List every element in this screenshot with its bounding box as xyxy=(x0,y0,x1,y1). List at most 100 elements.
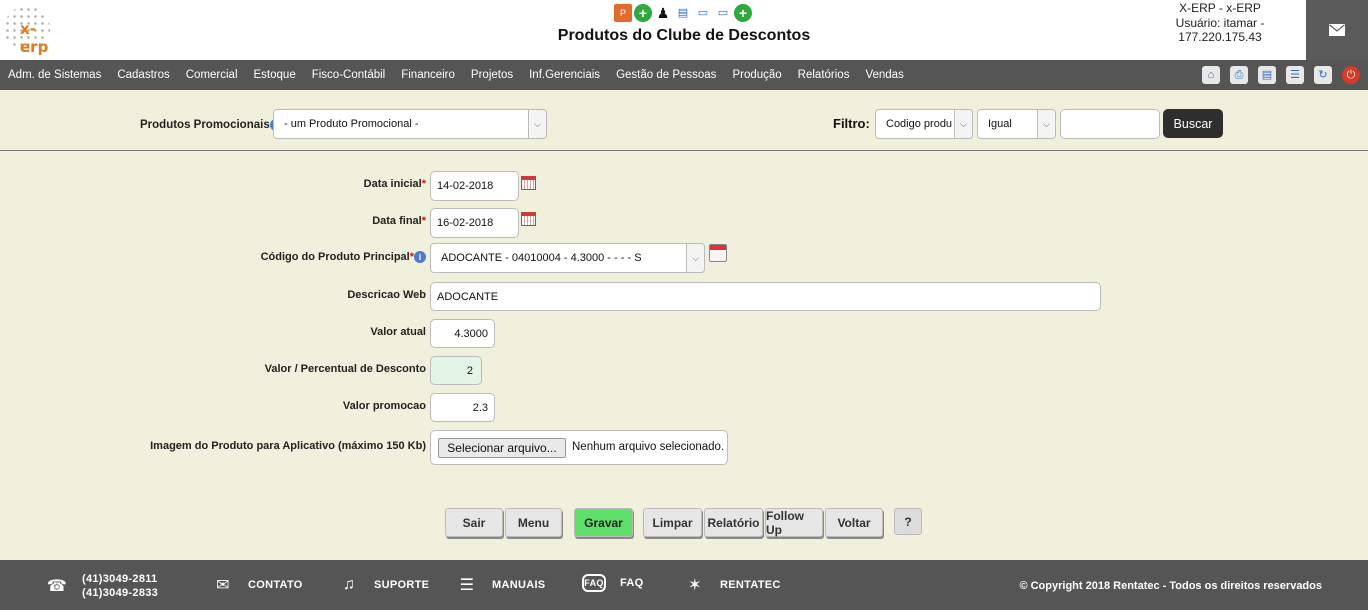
product-lookup-icon[interactable] xyxy=(709,244,727,262)
desconto-label: Valor / Percentual de Desconto xyxy=(264,363,426,375)
filter-operator-select[interactable]: Igual ⌵ xyxy=(977,109,1056,139)
menu-item-producao[interactable]: Produção xyxy=(732,69,781,81)
codigo-label: Código do Produto Principal* i xyxy=(261,251,426,263)
imagem-label: Imagem do Produto para Aplicativo (máxim… xyxy=(150,440,426,452)
footer-contato[interactable]: ✉ CONTATO xyxy=(212,574,303,596)
headset-icon: ♫ xyxy=(342,576,356,593)
filter-operator-value: Igual xyxy=(988,118,1012,130)
menu-item-projetos[interactable]: Projetos xyxy=(471,69,513,81)
menu-item-gestao-pessoas[interactable]: Gestão de Pessoas xyxy=(616,69,716,81)
mail-button[interactable] xyxy=(1306,0,1368,60)
menu-item-cadastros[interactable]: Cadastros xyxy=(117,69,169,81)
info-icon[interactable]: i xyxy=(414,251,426,263)
promocao-label: Valor promocao xyxy=(342,400,426,412)
user-icon[interactable]: ♟ xyxy=(654,4,672,22)
select-file-button[interactable]: Selecionar arquivo... xyxy=(438,438,566,458)
quick-toolbar: P + ♟ ▤ ▭ ▭ + xyxy=(614,4,752,22)
promo-select-value: - um Produto Promocional - xyxy=(284,118,419,130)
network-icon: ✶ xyxy=(688,577,702,594)
header: x-erp P + ♟ ▤ ▭ ▭ + Produtos do Clube de… xyxy=(0,0,1368,60)
footer-suporte[interactable]: ♫ SUPORTE xyxy=(338,574,429,596)
phone-2: (41)3049-2833 xyxy=(82,587,159,599)
suporte-label: SUPORTE xyxy=(374,579,430,591)
notes-icon[interactable]: ☰ xyxy=(1286,66,1304,84)
descricao-web-field[interactable]: ADOCANTE xyxy=(430,282,1101,311)
add-icon[interactable]: + xyxy=(634,4,652,22)
menu-item-relatorios[interactable]: Relatórios xyxy=(798,69,850,81)
menu-item-financeiro[interactable]: Financeiro xyxy=(401,69,455,81)
menu-item-fisco-contabil[interactable]: Fisco-Contábil xyxy=(312,69,386,81)
contato-label: CONTATO xyxy=(248,579,303,591)
file-status: Nenhum arquivo selecionado. xyxy=(572,441,725,453)
footer-manuais[interactable]: ☰ MANUAIS xyxy=(456,574,545,596)
main-menu: Adm. de Sistemas Cadastros Comercial Est… xyxy=(0,60,1368,90)
voltar-button[interactable]: Voltar xyxy=(825,508,883,537)
menu-button[interactable]: Menu xyxy=(505,508,562,537)
sair-button[interactable]: Sair xyxy=(445,508,503,537)
descricao-label: Descricao Web xyxy=(347,289,426,301)
data-inicial-field[interactable]: 14-02-2018 xyxy=(430,171,519,201)
data-final-label-text: Data final xyxy=(372,215,422,227)
menu-item-comercial[interactable]: Comercial xyxy=(186,69,238,81)
promo-select[interactable]: - um Produto Promocional - ⌵ xyxy=(273,109,547,139)
envelope-icon: ✉ xyxy=(216,577,230,594)
chevron-down-icon: ⌵ xyxy=(1037,110,1055,138)
valor-atual-field[interactable]: 4.3000 xyxy=(430,319,495,348)
calendar-icon[interactable] xyxy=(521,176,536,190)
gravar-button[interactable]: Gravar xyxy=(574,508,633,537)
card-icon[interactable]: ▭ xyxy=(694,4,712,22)
footer-rentatec[interactable]: ✶ RENTATEC xyxy=(684,574,781,596)
data-inicial-label-text: Data inicial xyxy=(363,178,422,190)
required-mark: * xyxy=(421,178,426,190)
chevron-down-icon: ⌵ xyxy=(954,110,972,138)
monitor-icon[interactable]: ▤ xyxy=(674,4,692,22)
limpar-button[interactable]: Limpar xyxy=(643,508,702,537)
calendar-icon[interactable] xyxy=(521,212,536,226)
filter-field-value: Codigo produ xyxy=(886,118,953,130)
footer-phone: ☎ (41)3049-2811 (41)3049-2833 xyxy=(46,572,158,600)
rentatec-label: RENTATEC xyxy=(720,579,781,591)
codigo-produto-value: ADOCANTE - 04010004 - 4.3000 - - - - S xyxy=(441,252,642,264)
data-final-field[interactable]: 16-02-2018 xyxy=(430,208,519,238)
required-mark: * xyxy=(421,215,426,227)
document-icon[interactable]: ▤ xyxy=(1258,66,1276,84)
user-name: Usuário: itamar - xyxy=(1175,15,1265,30)
footer-faq[interactable]: FAQ FAQ xyxy=(582,574,644,592)
home-icon[interactable]: ⌂ xyxy=(1202,66,1220,84)
menu-item-estoque[interactable]: Estoque xyxy=(254,69,296,81)
search-input[interactable] xyxy=(1060,109,1160,139)
phone-icon: ☎ xyxy=(46,578,68,595)
print-icon[interactable]: ⎙ xyxy=(1230,66,1248,84)
promo-label-wrap: Produtos Promocionaisi xyxy=(140,119,282,131)
help-button[interactable]: ? xyxy=(894,508,922,535)
codigo-label-text: Código do Produto Principal xyxy=(260,251,410,263)
faq-label: FAQ xyxy=(620,577,644,589)
footer: ☎ (41)3049-2811 (41)3049-2833 ✉ CONTATO … xyxy=(0,560,1368,610)
refresh-icon[interactable]: ↻ xyxy=(1314,66,1332,84)
data-final-label: Data final* xyxy=(372,215,426,227)
chevron-down-icon: ⌵ xyxy=(686,244,704,272)
power-icon[interactable]: ⏻ xyxy=(1342,66,1360,84)
valor-promocao-field[interactable]: 2.3 xyxy=(430,393,495,422)
codigo-produto-select[interactable]: ADOCANTE - 04010004 - 4.3000 - - - - S ⌵ xyxy=(430,243,705,273)
menu-item-inf-gerenciais[interactable]: Inf.Gerenciais xyxy=(529,69,600,81)
menu-icons: ⌂ ⎙ ▤ ☰ ↻ ⏻ xyxy=(1202,66,1360,84)
buscar-button[interactable]: Buscar xyxy=(1163,109,1223,138)
filter-field-select[interactable]: Codigo produ ⌵ xyxy=(875,109,973,139)
data-inicial-label: Data inicial* xyxy=(364,178,426,190)
filtro-label: Filtro: xyxy=(833,116,870,131)
powerpoint-icon[interactable]: P xyxy=(614,4,632,22)
menu-item-adm-sistemas[interactable]: Adm. de Sistemas xyxy=(8,69,101,81)
follow-up-button[interactable]: Follow Up xyxy=(765,508,823,537)
promo-label: Produtos Promocionais xyxy=(140,119,270,131)
desconto-field[interactable]: 2 xyxy=(430,356,482,385)
relatorio-button[interactable]: Relatório xyxy=(704,508,763,537)
card-alt-icon[interactable]: ▭ xyxy=(714,4,732,22)
user-ip: 177.220.175.43 xyxy=(1178,30,1262,44)
menu-item-vendas[interactable]: Vendas xyxy=(865,69,903,81)
faq-icon: FAQ xyxy=(582,574,606,592)
file-upload: Selecionar arquivo... Nenhum arquivo sel… xyxy=(430,430,728,465)
books-icon: ☰ xyxy=(459,577,475,594)
add-alt-icon[interactable]: + xyxy=(734,4,752,22)
user-info: X-ERP - x-ERP Usuário: itamar - 177.220.… xyxy=(1150,1,1290,45)
